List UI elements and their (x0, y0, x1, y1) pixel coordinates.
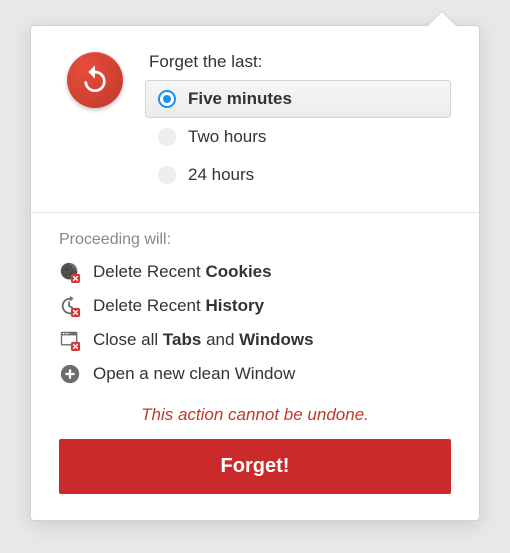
window-x-icon (59, 329, 81, 351)
consequence-tabs-windows: Close all Tabs and Windows (59, 329, 451, 351)
undo-icon (67, 52, 123, 108)
radio-icon (158, 90, 176, 108)
cookie-x-icon (59, 261, 81, 283)
time-options: Forget the last: Five minutes Two hours … (145, 52, 451, 194)
warning-text: This action cannot be undone. (59, 405, 451, 425)
radio-two-hours[interactable]: Two hours (145, 118, 451, 156)
consequences-section: Proceeding will: Delete Recent Cookies D… (31, 213, 479, 520)
consequence-cookies: Delete Recent Cookies (59, 261, 451, 283)
consequence-history: Delete Recent History (59, 295, 451, 317)
radio-five-minutes[interactable]: Five minutes (145, 80, 451, 118)
consequence-text: Open a new clean Window (93, 364, 295, 384)
consequence-text: Delete Recent Cookies (93, 262, 272, 282)
forget-button[interactable]: Forget! (59, 439, 451, 494)
consequence-text: Delete Recent History (93, 296, 264, 316)
time-range-section: Forget the last: Five minutes Two hours … (31, 26, 479, 213)
consequence-new-window: Open a new clean Window (59, 363, 451, 385)
proceeding-label: Proceeding will: (59, 231, 451, 249)
radio-label: Two hours (188, 127, 266, 147)
prompt-label: Forget the last: (149, 52, 451, 72)
history-x-icon (59, 295, 81, 317)
radio-24-hours[interactable]: 24 hours (145, 156, 451, 194)
radio-label: 24 hours (188, 165, 254, 185)
consequence-text: Close all Tabs and Windows (93, 330, 314, 350)
forget-panel: Forget the last: Five minutes Two hours … (30, 25, 480, 521)
radio-label: Five minutes (188, 89, 292, 109)
radio-icon (158, 128, 176, 146)
radio-icon (158, 166, 176, 184)
consequence-list: Delete Recent Cookies Delete Recent Hist… (59, 261, 451, 385)
plus-circle-icon (59, 363, 81, 385)
radio-group: Five minutes Two hours 24 hours (145, 80, 451, 194)
